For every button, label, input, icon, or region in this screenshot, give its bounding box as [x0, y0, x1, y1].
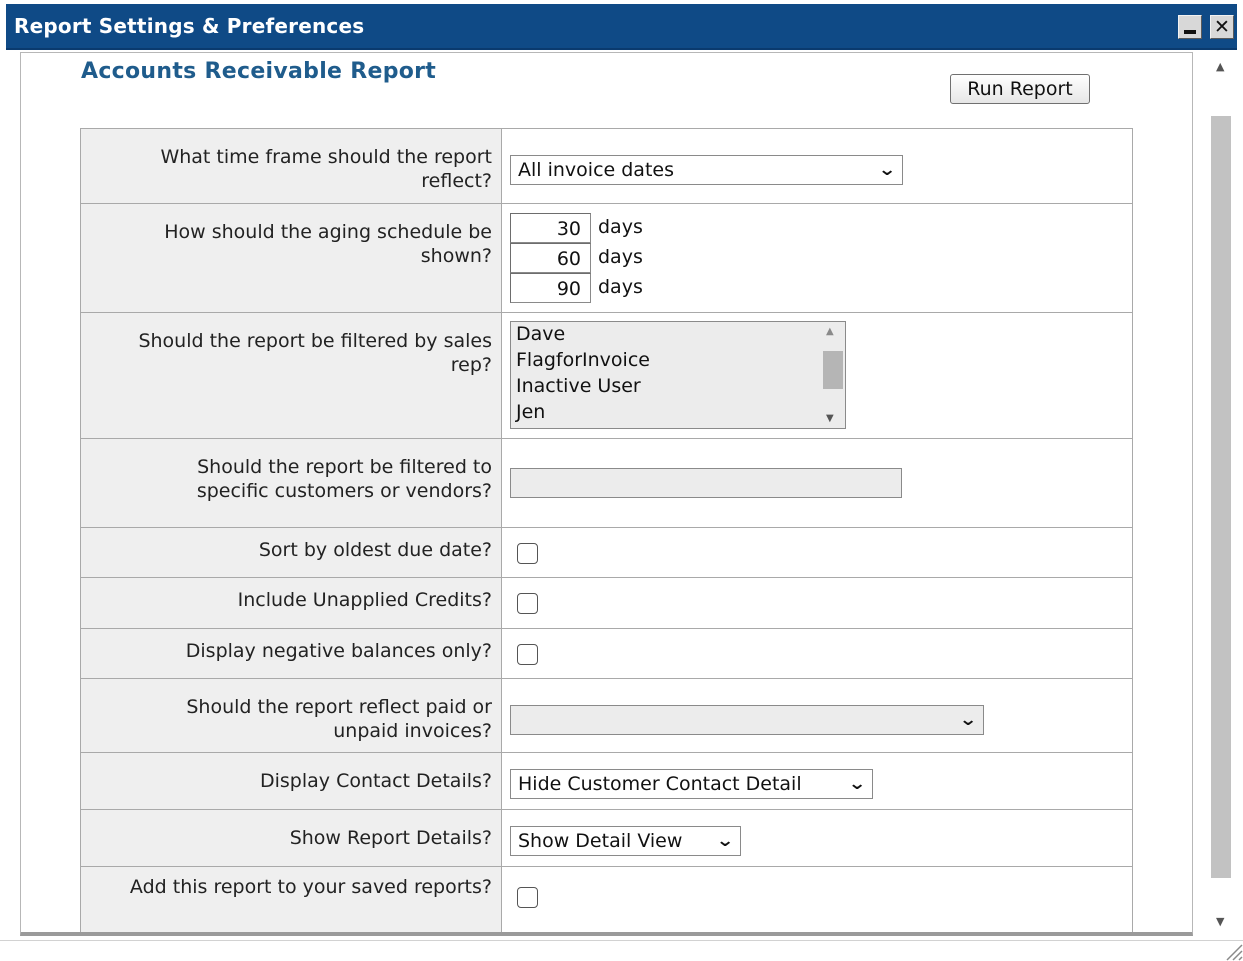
settings-row-negative-only: Display negative balances only?	[80, 628, 1133, 679]
saved-reports-checkbox[interactable]	[517, 887, 538, 908]
aging-bucket-3-input[interactable]: 90	[510, 273, 591, 303]
chevron-down-icon: ⌄	[715, 831, 735, 851]
panel-scrollbar[interactable]: ▲ ▼	[1205, 52, 1237, 936]
settings-row-aging: How should the aging schedule be shown? …	[80, 203, 1133, 313]
chevron-down-icon: ⌄	[958, 710, 978, 730]
scroll-up-arrow-icon[interactable]: ▲	[826, 326, 834, 337]
unapplied-credits-checkbox[interactable]	[517, 593, 538, 614]
sales-rep-scrollbar[interactable]: ▲ ▼	[820, 323, 844, 427]
settings-row-time-frame: What time frame should the report reflec…	[80, 128, 1133, 204]
settings-row-customers: Should the report be filtered to specifi…	[80, 438, 1133, 528]
negative-only-label: Display negative balances only?	[80, 628, 502, 679]
sales-rep-label: Should the report be filtered by sales r…	[80, 312, 502, 439]
minimize-icon	[1184, 22, 1196, 34]
chevron-down-icon: ⌄	[847, 774, 867, 794]
chevron-down-icon: ⌄	[877, 160, 897, 180]
window-titlebar: Report Settings & Preferences ✕	[6, 4, 1237, 50]
contact-details-select[interactable]: Hide Customer Contact Detail ⌄	[510, 769, 873, 799]
report-details-select[interactable]: Show Detail View ⌄	[510, 826, 741, 856]
sort-oldest-checkbox[interactable]	[517, 543, 538, 564]
run-report-button[interactable]: Run Report	[950, 74, 1090, 104]
report-details-label: Show Report Details?	[80, 809, 502, 867]
negative-only-checkbox[interactable]	[517, 644, 538, 665]
report-title: Accounts Receivable Report	[81, 59, 437, 84]
unapplied-credits-label: Include Unapplied Credits?	[80, 577, 502, 629]
sales-rep-option[interactable]: FlagforInvoice	[516, 349, 650, 371]
settings-row-sales-rep: Should the report be filtered by sales r…	[80, 312, 1133, 439]
sales-rep-option[interactable]: Jen	[516, 401, 545, 423]
aging-bucket-1-input[interactable]: 30	[510, 213, 591, 243]
aging-unit-label: days	[598, 276, 643, 298]
scroll-up-arrow-icon[interactable]: ▲	[1216, 60, 1224, 73]
panel-scroll-thumb[interactable]	[1211, 116, 1231, 878]
sales-rep-option[interactable]: Dave	[516, 323, 565, 345]
paid-unpaid-select[interactable]: ⌄	[510, 705, 984, 735]
window-title: Report Settings & Preferences	[14, 14, 365, 38]
aging-unit-label: days	[598, 216, 643, 238]
settings-row-saved-reports: Add this report to your saved reports?	[80, 866, 1133, 932]
time-frame-select-value: All invoice dates	[518, 159, 674, 181]
time-frame-label: What time frame should the report reflec…	[80, 128, 502, 204]
contact-details-label: Display Contact Details?	[80, 752, 502, 810]
sales-rep-listbox[interactable]: Dave FlagforInvoice Inactive User Jen ▲ …	[510, 321, 846, 429]
settings-row-sort-oldest: Sort by oldest due date?	[80, 527, 1133, 578]
settings-row-unapplied-credits: Include Unapplied Credits?	[80, 577, 1133, 629]
report-details-select-value: Show Detail View	[518, 830, 683, 852]
saved-reports-label: Add this report to your saved reports?	[80, 866, 502, 932]
minimize-button[interactable]	[1178, 15, 1202, 39]
scroll-down-arrow-icon[interactable]: ▼	[1216, 915, 1224, 928]
sort-oldest-label: Sort by oldest due date?	[80, 527, 502, 578]
close-button[interactable]: ✕	[1210, 15, 1234, 39]
paid-unpaid-label: Should the report reflect paid or unpaid…	[80, 678, 502, 753]
aging-bucket-2-input[interactable]: 60	[510, 243, 591, 273]
settings-row-paid-unpaid: Should the report reflect paid or unpaid…	[80, 678, 1133, 753]
close-icon: ✕	[1214, 15, 1230, 38]
sales-rep-scroll-thumb[interactable]	[823, 351, 843, 389]
sales-rep-option[interactable]: Inactive User	[516, 375, 641, 397]
aging-unit-label: days	[598, 246, 643, 268]
customers-label: Should the report be filtered to specifi…	[80, 438, 502, 528]
report-settings-panel: Accounts Receivable Report Run Report Wh…	[20, 52, 1193, 936]
settings-row-report-details: Show Report Details? Show Detail View ⌄	[80, 809, 1133, 867]
settings-table: What time frame should the report reflec…	[80, 128, 1133, 932]
time-frame-select[interactable]: All invoice dates ⌄	[510, 155, 903, 185]
resize-grip-icon[interactable]	[1223, 941, 1243, 961]
aging-label: How should the aging schedule be shown?	[80, 203, 502, 313]
contact-details-select-value: Hide Customer Contact Detail	[518, 773, 802, 795]
settings-row-contact-details: Display Contact Details? Hide Customer C…	[80, 752, 1133, 810]
scroll-down-arrow-icon[interactable]: ▼	[826, 413, 834, 424]
customers-filter-input[interactable]	[510, 468, 902, 498]
window-status-bar	[0, 940, 1243, 961]
